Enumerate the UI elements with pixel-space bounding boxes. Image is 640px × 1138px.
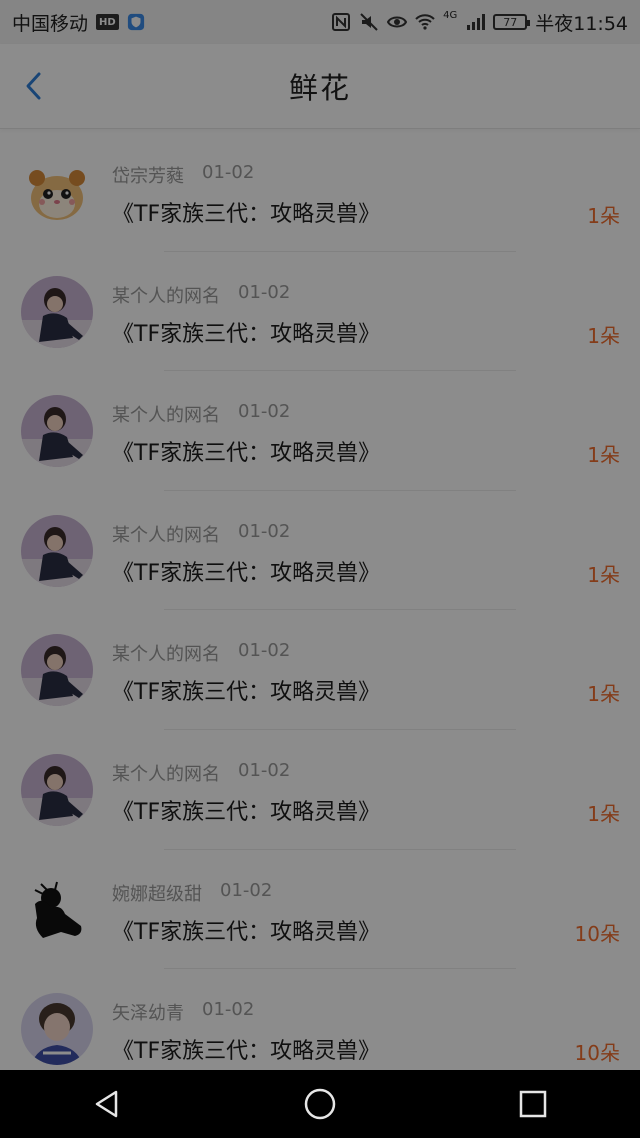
nav-home-button[interactable] [290,1074,350,1134]
nfc-icon [332,13,351,31]
flower-list: 岱宗芳蕤 01-02 《TF家族三代：攻略灵兽》 1朵 某个人的网名 01-02… [0,132,640,1089]
item-date: 01-02 [238,640,291,662]
work-title: 《TF家族三代：攻略灵兽》 [112,680,381,706]
network-type: 4G [443,9,458,21]
list-item[interactable]: 某个人的网名 01-02 《TF家族三代：攻略灵兽》 1朵 [0,491,640,611]
work-title: 《TF家族三代：攻略灵兽》 [112,441,381,467]
item-date: 01-02 [202,162,255,183]
item-date: 01-02 [238,281,291,303]
flower-count: 1朵 [587,801,620,826]
user-name: 某个人的网名 [112,285,220,307]
silhouette-avatar[interactable] [21,873,93,946]
back-arrow-icon [26,72,41,100]
signal-icon [467,14,486,30]
person-avatar[interactable] [21,514,93,587]
carrier-name: 中国移动 [12,12,89,35]
person-avatar[interactable] [21,634,93,707]
list-item[interactable]: 婉娜超级甜 01-02 《TF家族三代：攻略灵兽》 10朵 [0,850,640,970]
square-recents-icon [520,1090,547,1118]
user-name: 婉娜超级甜 [112,883,202,905]
hd-badge: HD [96,14,119,30]
nav-back-button[interactable] [77,1074,137,1134]
user-name: 某个人的网名 [112,524,220,546]
flower-count: 1朵 [587,204,620,228]
page-title: 鲜花 [288,71,351,105]
hamster-avatar[interactable] [21,156,93,228]
circle-home-icon [304,1088,336,1120]
eye-icon [387,16,408,28]
work-title: 《TF家族三代：攻略灵兽》 [112,560,381,586]
item-meta: 矢泽幼青 01-02 [112,999,254,1025]
back-button[interactable] [18,70,50,102]
item-meta: 某个人的网名 01-02 [112,282,290,308]
item-meta: 岱宗芳蕤 01-02 [112,162,254,188]
work-title: 《TF家族三代：攻略灵兽》 [112,321,381,347]
mute-icon [360,13,378,31]
work-title: 《TF家族三代：攻略灵兽》 [112,202,381,227]
item-date: 01-02 [238,520,291,542]
flower-count: 1朵 [587,562,620,587]
item-date: 01-02 [220,879,273,901]
flower-count: 1朵 [587,443,620,468]
work-title: 《TF家族三代：攻略灵兽》 [112,799,381,825]
item-meta: 某个人的网名 01-02 [112,640,290,666]
item-date: 01-02 [202,999,255,1021]
flower-count: 10朵 [574,921,620,946]
triangle-back-icon [95,1090,117,1118]
user-name: 矢泽幼青 [112,1003,184,1025]
status-bar-right: 4G 77 半夜11:54 [331,9,628,36]
item-date: 01-02 [238,759,291,781]
user-name: 某个人的网名 [112,405,220,427]
wifi-icon [415,14,435,30]
item-meta: 某个人的网名 01-02 [112,401,290,427]
work-title: 《TF家族三代：攻略灵兽》 [112,1039,381,1065]
item-meta: 婉娜超级甜 01-02 [112,880,272,906]
battery-indicator: 77 [493,14,531,30]
flower-count: 1朵 [587,682,620,707]
list-item[interactable]: 某个人的网名 01-02 《TF家族三代：攻略灵兽》 1朵 [0,371,640,491]
clock: 半夜11:54 [535,12,628,35]
system-nav-bar [0,1070,640,1138]
flower-count: 1朵 [587,323,620,348]
item-date: 01-02 [238,401,291,423]
item-meta: 某个人的网名 01-02 [112,760,290,786]
flower-count: 10朵 [574,1041,620,1066]
status-bar: 中国移动 HD 4G 77 半夜11:54 [0,0,640,44]
user-name: 某个人的网名 [112,644,220,666]
list-item[interactable]: 岱宗芳蕤 01-02 《TF家族三代：攻略灵兽》 1朵 [0,132,640,252]
list-item[interactable]: 某个人的网名 01-02 《TF家族三代：攻略灵兽》 1朵 [0,252,640,372]
person-avatar[interactable] [21,753,93,826]
status-bar-left: 中国移动 HD [12,9,145,36]
boy-avatar[interactable] [21,993,93,1066]
item-meta: 某个人的网名 01-02 [112,521,290,547]
user-name: 岱宗芳蕤 [112,166,184,187]
shield-icon [127,13,144,31]
list-item[interactable]: 某个人的网名 01-02 《TF家族三代：攻略灵兽》 1朵 [0,610,640,730]
user-name: 某个人的网名 [112,763,220,785]
work-title: 《TF家族三代：攻略灵兽》 [112,919,381,945]
list-item[interactable]: 某个人的网名 01-02 《TF家族三代：攻略灵兽》 1朵 [0,730,640,850]
nav-recents-button[interactable] [503,1074,563,1134]
title-bar: 鲜花 [0,44,640,129]
person-avatar[interactable] [21,395,93,468]
person-avatar[interactable] [21,275,93,348]
